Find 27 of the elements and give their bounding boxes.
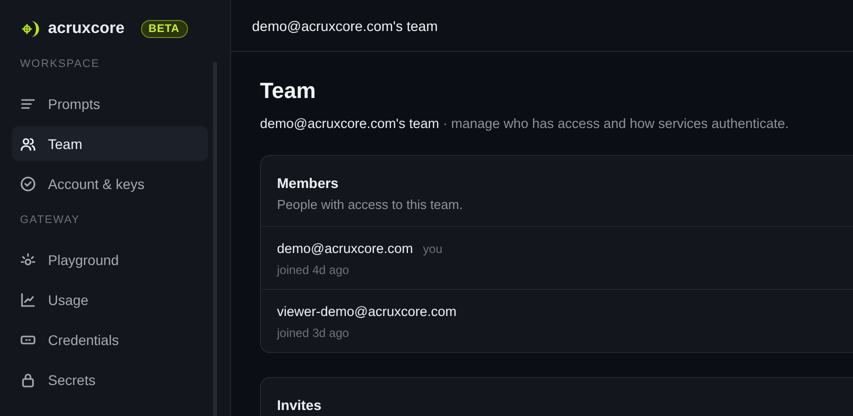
sidebar-item[interactable]: Account & keys [12, 166, 208, 201]
sidebar-item[interactable]: Secrets [12, 362, 208, 397]
member-email: viewer-demo@acruxcore.com [277, 304, 457, 319]
check-circle-icon [20, 176, 36, 192]
sun-icon [20, 252, 36, 268]
section-title: WORKSPACE [19, 58, 101, 72]
joined-date: joined 4d ago [277, 263, 350, 277]
section-title: GATEWAY [19, 214, 81, 228]
sidebar-item[interactable]: Team [12, 126, 208, 161]
card-title: Invites [277, 397, 322, 413]
card-title: Members [277, 175, 340, 191]
member-email: demo@acruxcore.com [277, 241, 414, 256]
you-tag: you [423, 242, 442, 256]
users-icon [20, 136, 36, 152]
beta-badge: BETA [140, 20, 188, 38]
sidebar-item[interactable]: Credentials [12, 322, 208, 357]
logo-icon [20, 19, 40, 39]
joined-date: joined 3d ago [277, 326, 350, 340]
chart-icon [20, 292, 36, 308]
sidebar-item[interactable]: Usage [12, 282, 208, 317]
brand-name: acruxcore [48, 20, 124, 38]
sidebar-item[interactable]: Prompts [12, 86, 208, 121]
page-subtitle: demo@acruxcore.com's team · manage who has access and how services authenticate. [260, 116, 790, 131]
card-description: People with access to this team. [277, 197, 464, 212]
page-title: Team [260, 78, 317, 104]
sidebar-item[interactable]: Playground [12, 242, 208, 277]
lock-icon [20, 372, 36, 388]
